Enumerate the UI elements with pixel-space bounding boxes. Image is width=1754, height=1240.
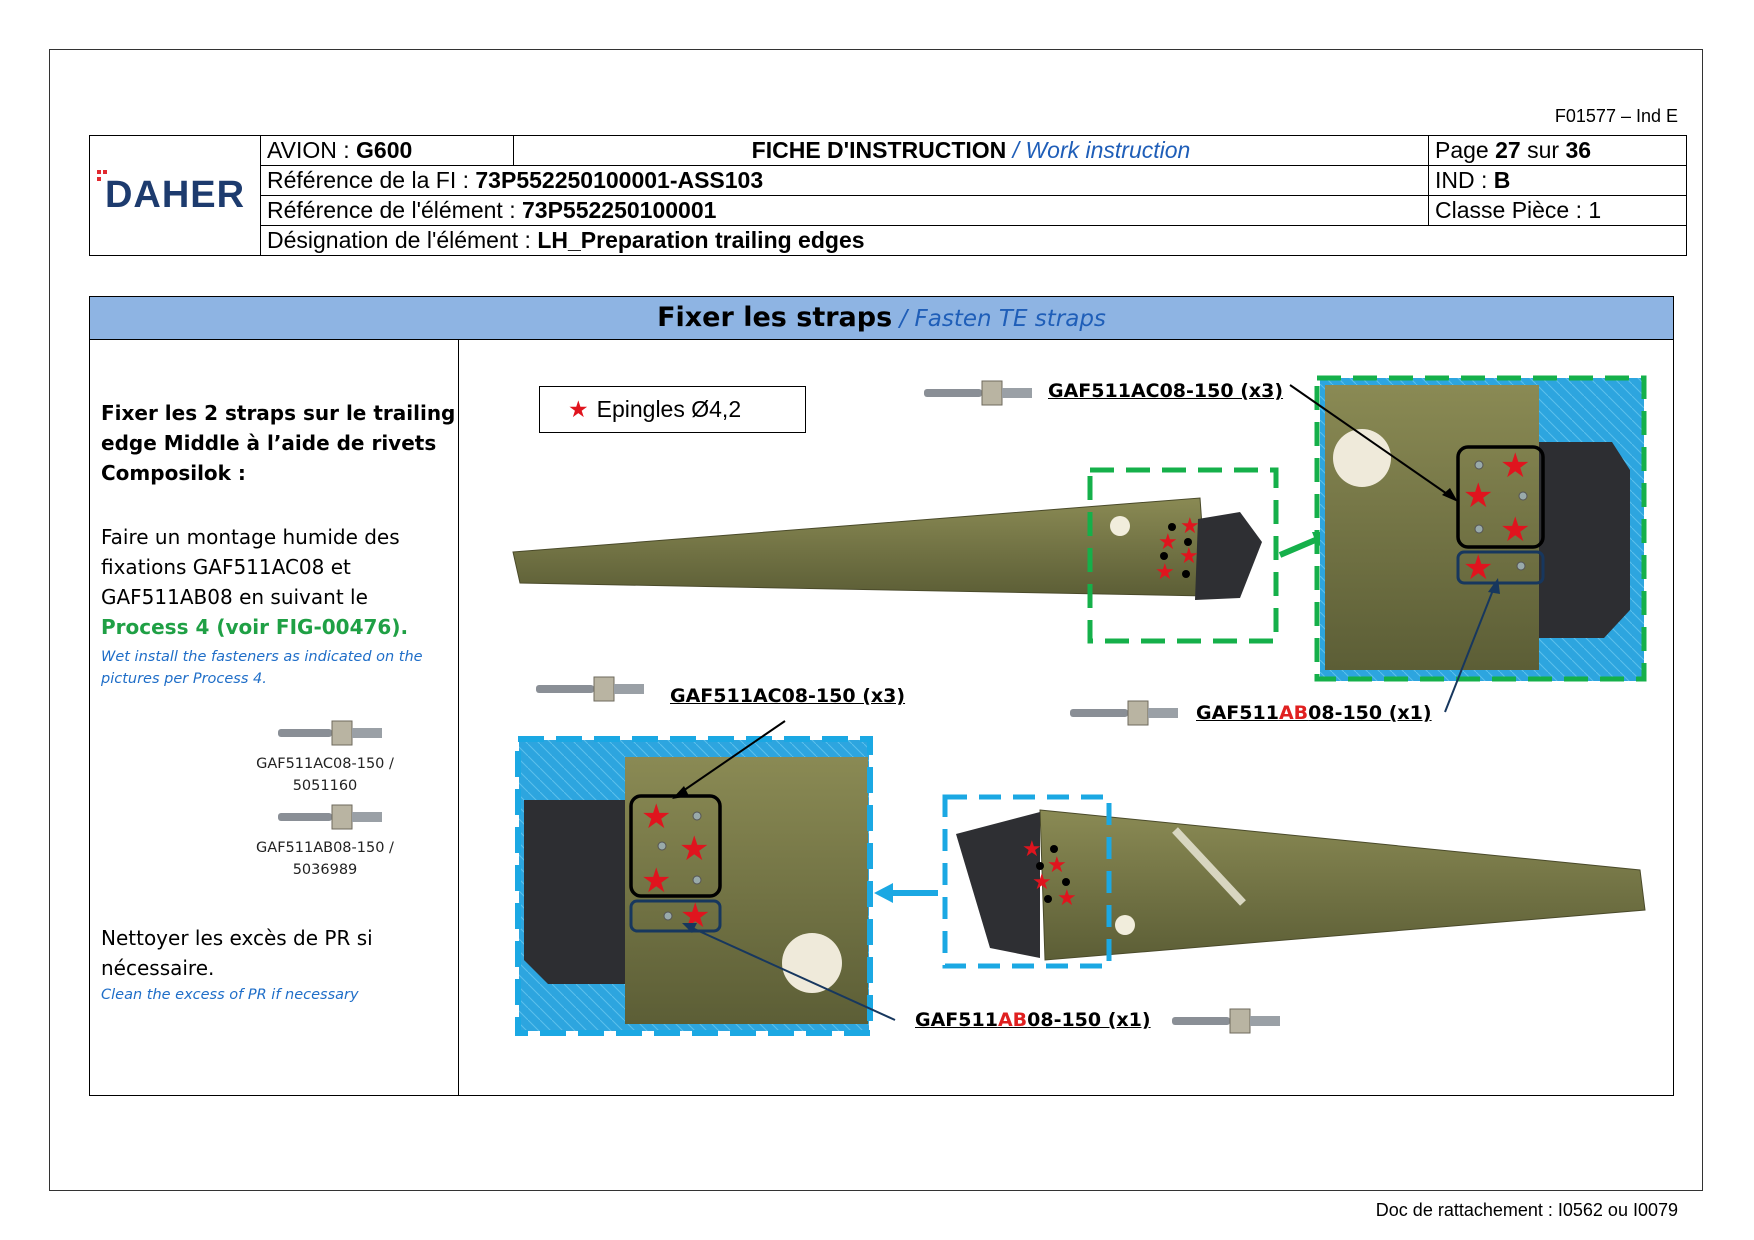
arrow-head-bottom [874, 883, 893, 903]
svg-text:★: ★ [1463, 476, 1493, 516]
rivet-icon-top-ac [924, 380, 1032, 406]
svg-text:★: ★ [1179, 544, 1199, 569]
svg-text:★: ★ [1022, 837, 1042, 862]
top-trailing-edge-photo [512, 497, 1262, 600]
svg-text:★: ★ [641, 861, 671, 901]
callout-highlight: AB [997, 1009, 1028, 1031]
callout-top-ac: GAF511AC08-150 (x3) [1048, 380, 1284, 402]
bottom-trailing-edge-photo [956, 809, 1646, 961]
rivet-icon-top-ab [1070, 700, 1178, 726]
svg-text:★: ★ [1500, 446, 1530, 486]
svg-text:★: ★ [1032, 870, 1052, 895]
svg-text:★: ★ [1155, 560, 1175, 585]
callout-bot-ab: GAF511AB08-150 (x1) [915, 1009, 1151, 1031]
svg-text:★: ★ [1463, 548, 1493, 588]
arrow-top-icon [1278, 535, 1322, 558]
svg-text:★: ★ [641, 797, 671, 837]
callout-top-ab: GAF511AB08-150 (x1) [1196, 702, 1432, 724]
rivet-icon-bot-ab [1172, 1008, 1280, 1034]
callout-part: 08-150 (x1) [1027, 1009, 1151, 1031]
svg-text:★: ★ [1158, 530, 1178, 555]
callout-mid-ac: GAF511AC08-150 (x3) [670, 685, 906, 707]
svg-text:★: ★ [1180, 514, 1200, 539]
callout-part: GAF511 [1196, 702, 1279, 724]
svg-text:★: ★ [1500, 510, 1530, 550]
svg-text:★: ★ [1057, 886, 1077, 911]
callout-part: 08-150 (x1) [1308, 702, 1432, 724]
assembly-illustration: ★★★★ ★★★★ ★★★★ ★★★★ [512, 375, 1647, 1036]
doc-attachment: Doc de rattachement : I0562 ou I0079 [1375, 1200, 1678, 1220]
callout-part: GAF511 [915, 1009, 998, 1031]
top-zoom-photo: ★★★★ [1320, 378, 1644, 681]
svg-text:★: ★ [679, 829, 709, 869]
rivet-icon-mid-ac [536, 676, 644, 702]
callout-highlight: AB [1278, 702, 1309, 724]
